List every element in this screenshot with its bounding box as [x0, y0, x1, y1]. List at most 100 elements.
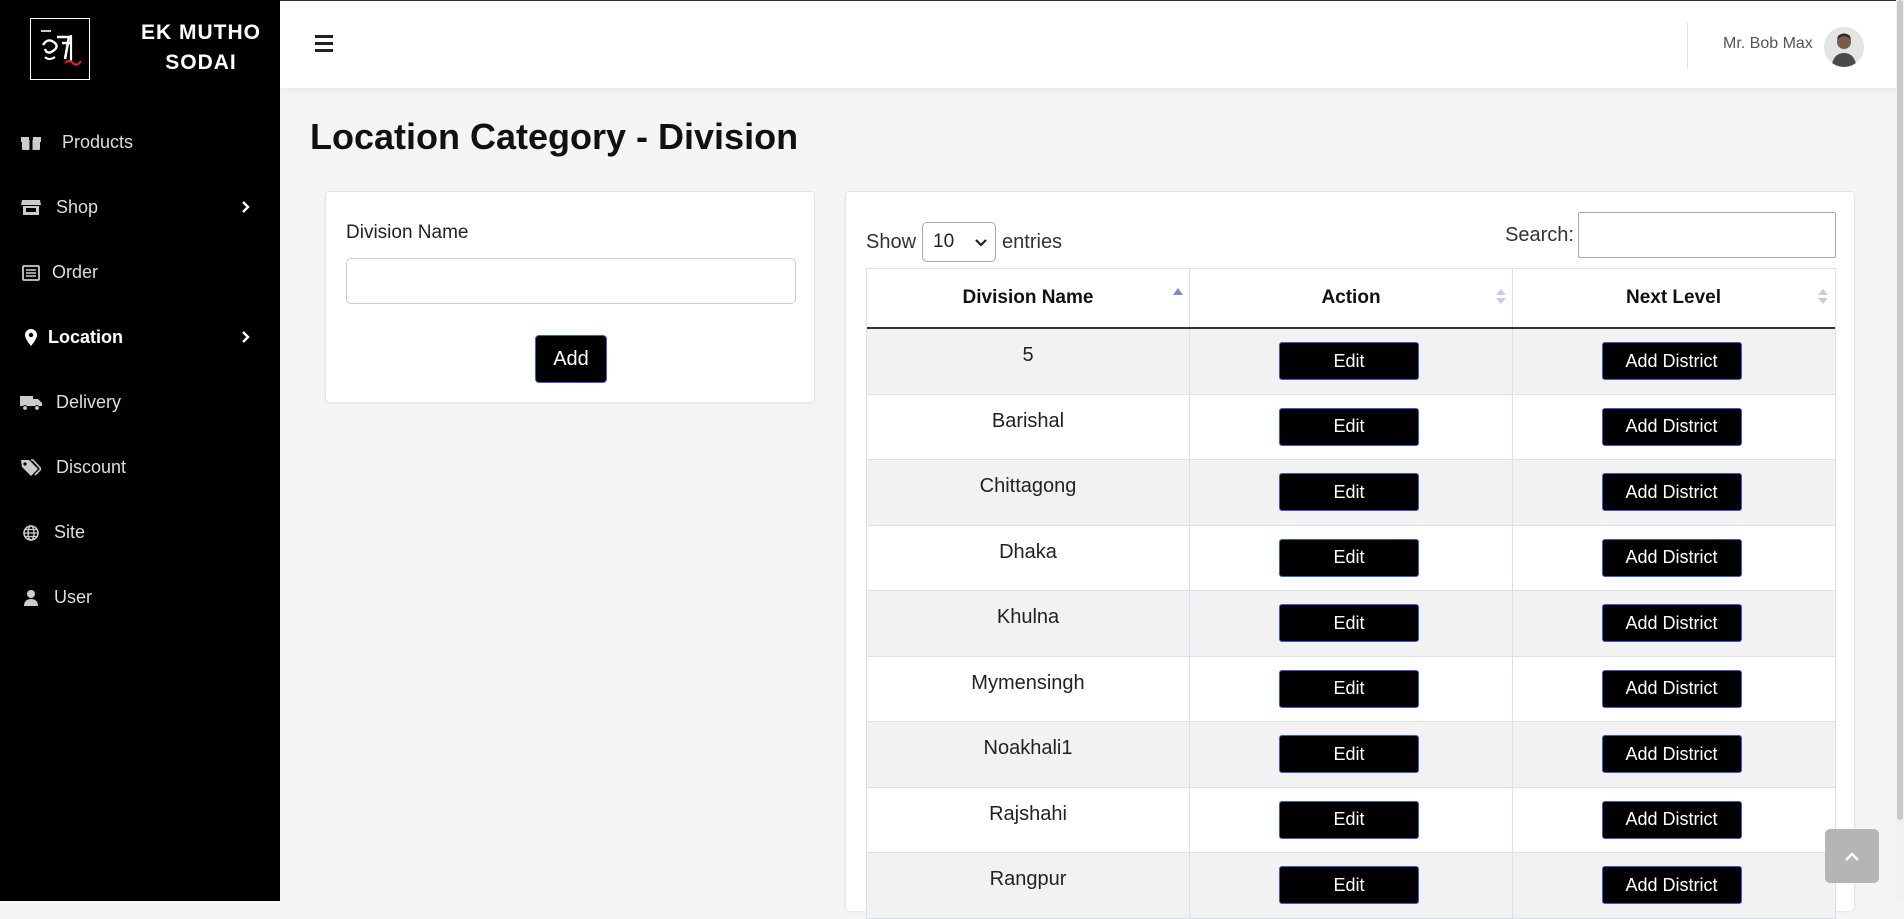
chevron-down-icon — [975, 231, 987, 253]
entries-select-value: 10 — [933, 231, 955, 252]
column-header-label: Next Level — [1625, 287, 1722, 308]
add-district-button[interactable]: Add District — [1601, 473, 1742, 512]
map-pin-icon — [20, 327, 42, 349]
column-header-action[interactable]: Action — [1189, 269, 1512, 327]
next-level-cell: Add District — [1512, 329, 1834, 394]
division-name: Barishal — [991, 409, 1065, 432]
sort-asc-icon — [1173, 287, 1183, 307]
sidebar-item-user[interactable]: User — [0, 565, 280, 630]
edit-button[interactable]: Edit — [1279, 604, 1419, 643]
table-row: Mymensingh Edit Add District — [867, 656, 1835, 722]
entries-length-control: Show 10 entries — [866, 222, 1062, 262]
next-level-cell: Add District — [1512, 656, 1834, 721]
action-cell: Edit — [1189, 853, 1512, 918]
add-district-button[interactable]: Add District — [1601, 538, 1742, 577]
table-search: Search: — [1505, 212, 1836, 258]
edit-button[interactable]: Edit — [1279, 407, 1419, 446]
edit-button[interactable]: Edit — [1279, 800, 1419, 839]
user-icon — [20, 587, 42, 609]
table-row: Khulna Edit Add District — [867, 591, 1835, 657]
division-name: 5 — [1022, 344, 1034, 366]
entries-select[interactable]: 10 — [922, 222, 997, 262]
sidebar-item-products[interactable]: Products — [0, 110, 280, 175]
edit-button[interactable]: Edit — [1279, 866, 1419, 905]
table-row: Rangpur Edit Add District — [867, 853, 1835, 919]
box-icon — [20, 132, 42, 154]
sidebar-item-label: Discount — [56, 457, 127, 477]
brand-logo — [30, 18, 90, 80]
chevron-up-icon — [1845, 851, 1859, 861]
division-name-cell: Barishal — [867, 395, 1189, 460]
column-header-next-level[interactable]: Next Level — [1512, 269, 1834, 327]
division-form-card: Division Name Add — [325, 191, 815, 403]
add-button[interactable]: Add — [535, 335, 607, 383]
edit-button[interactable]: Edit — [1279, 473, 1419, 512]
add-district-button[interactable]: Add District — [1601, 800, 1742, 839]
sidebar-item-label: Order — [52, 262, 99, 282]
table-row: 5 Edit Add District — [867, 329, 1835, 395]
add-district-button[interactable]: Add District — [1601, 407, 1742, 446]
add-district-button[interactable]: Add District — [1601, 866, 1742, 905]
table-row: Noakhali1 Edit Add District — [867, 722, 1835, 788]
table-row: Rajshahi Edit Add District — [867, 787, 1835, 853]
division-name: Chittagong — [979, 475, 1077, 497]
edit-button[interactable]: Edit — [1279, 538, 1419, 577]
sort-icon — [1818, 287, 1828, 307]
add-district-button[interactable]: Add District — [1601, 735, 1742, 774]
add-district-button[interactable]: Add District — [1601, 669, 1742, 708]
sidebar-item-delivery[interactable]: Delivery — [0, 370, 280, 435]
sidebar-nav: Products Shop Order Location Delivery Di… — [0, 110, 280, 630]
next-level-cell: Add District — [1512, 460, 1834, 525]
menu-toggle-icon[interactable] — [315, 35, 333, 56]
column-header-label: Division Name — [962, 287, 1094, 308]
next-level-cell: Add District — [1512, 394, 1834, 459]
page-scrollbar[interactable] — [1896, 0, 1904, 901]
next-level-cell: Add District — [1512, 525, 1834, 590]
sidebar-item-label: Location — [48, 327, 123, 347]
division-name: Khulna — [996, 606, 1060, 628]
action-cell: Edit — [1189, 722, 1512, 787]
page-title: Location Category - Division — [310, 116, 799, 157]
division-name-cell: Rajshahi — [867, 788, 1189, 853]
sort-icon — [1496, 287, 1506, 307]
action-cell: Edit — [1189, 787, 1512, 852]
division-name-cell: 5 — [867, 329, 1189, 394]
sidebar-item-order[interactable]: Order — [0, 240, 280, 305]
scrollbar-thumb[interactable] — [1897, 0, 1903, 820]
division-table: Division Name Action Next Level 5 Edit Add… — [866, 268, 1836, 919]
table-body: 5 Edit Add District Barishal Edit Add Distric… — [867, 329, 1835, 919]
edit-button[interactable]: Edit — [1279, 669, 1419, 708]
add-district-button[interactable]: Add District — [1601, 342, 1742, 381]
column-header-division-name[interactable]: Division Name — [867, 269, 1189, 327]
sidebar-item-shop[interactable]: Shop — [0, 175, 280, 240]
edit-button[interactable]: Edit — [1279, 735, 1419, 774]
brand-name: EK MUTHO SODAI — [106, 18, 296, 78]
division-name-cell: Dhaka — [867, 526, 1189, 591]
division-name-input[interactable] — [346, 258, 796, 304]
sidebar: EK MUTHO SODAI Products Shop Order Locat… — [0, 0, 280, 901]
action-cell: Edit — [1189, 525, 1512, 590]
chevron-right-icon — [242, 327, 250, 348]
brand[interactable]: EK MUTHO SODAI — [30, 18, 280, 84]
user-name[interactable]: Mr. Bob Max — [1723, 35, 1813, 53]
entries-label: entries — [1002, 230, 1063, 253]
avatar[interactable] — [1824, 27, 1864, 67]
action-cell: Edit — [1189, 591, 1512, 656]
search-label: Search: — [1505, 223, 1574, 246]
table-header: Division Name Action Next Level — [867, 268, 1835, 329]
division-name: Mymensingh — [971, 671, 1085, 694]
top-bar: Mr. Bob Max — [280, 0, 1904, 88]
add-district-button[interactable]: Add District — [1601, 604, 1742, 643]
sidebar-item-discount[interactable]: Discount — [0, 435, 280, 500]
sidebar-item-location[interactable]: Location — [0, 305, 280, 370]
search-input[interactable] — [1578, 212, 1836, 258]
division-name-cell: Noakhali1 — [867, 722, 1189, 787]
topbar-divider — [1687, 23, 1688, 69]
sidebar-item-site[interactable]: Site — [0, 500, 280, 565]
next-level-cell: Add District — [1512, 591, 1834, 656]
show-label: Show — [866, 230, 917, 253]
division-name: Noakhali1 — [983, 737, 1073, 759]
scroll-to-top-button[interactable] — [1825, 829, 1879, 883]
list-icon — [20, 262, 42, 284]
edit-button[interactable]: Edit — [1279, 342, 1419, 381]
